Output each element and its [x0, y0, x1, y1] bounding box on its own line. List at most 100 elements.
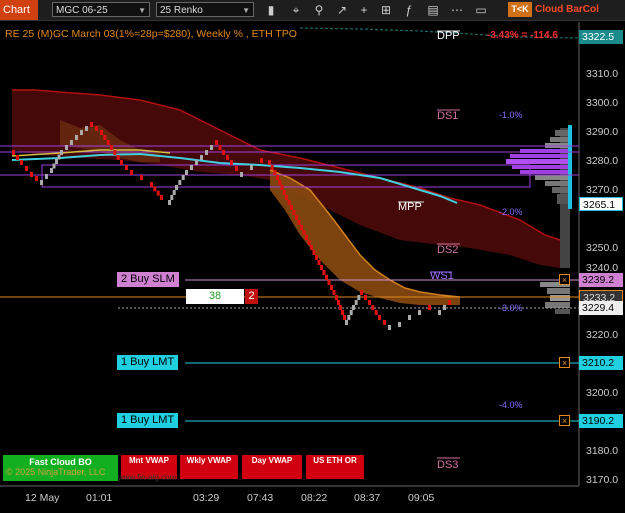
renko-brick — [352, 305, 355, 310]
renko-brick — [80, 130, 83, 135]
day-vwap-button[interactable]: Day VWAP — [242, 455, 302, 479]
ds2-label: DS2 — [437, 244, 459, 256]
axis-tick: 3300.0 — [586, 97, 619, 109]
renko-brick — [106, 140, 110, 145]
renko-brick — [235, 166, 238, 171]
renko-brick — [70, 140, 73, 145]
renko-brick — [120, 160, 123, 165]
axis-tick: 3310.0 — [586, 68, 619, 80]
cancel-order-icon[interactable]: × — [559, 274, 570, 285]
more-icon[interactable]: ⋯ — [449, 2, 465, 18]
renko-brick — [270, 165, 274, 170]
renko-brick — [60, 150, 63, 155]
renko-brick — [90, 122, 93, 127]
buy-slm-order[interactable]: 2 Buy SLM — [117, 272, 179, 287]
renko-brick — [12, 150, 15, 155]
renko-brick — [282, 190, 286, 195]
price-label-top: 3322.5 — [579, 30, 623, 44]
renko-brick — [330, 285, 333, 290]
time-tick: 09:05 — [408, 492, 435, 504]
renko-brick — [268, 160, 271, 165]
renko-brick — [408, 315, 411, 320]
pct-label-1: -1.0% — [499, 110, 523, 120]
chevron-down-icon: ▼ — [242, 6, 250, 15]
renko-brick — [215, 140, 218, 145]
renko-brick — [300, 225, 303, 230]
renko-brick — [195, 160, 198, 165]
us-eth-or-button[interactable]: US ETH OR — [306, 455, 364, 479]
instrument-selector[interactable]: MGC 06-25 ▼ — [52, 2, 150, 17]
renko-brick — [273, 170, 277, 175]
renko-brick — [57, 154, 61, 160]
renko-brick — [222, 150, 225, 155]
renko-brick — [290, 205, 293, 210]
tok-badge[interactable]: T<K — [508, 2, 532, 17]
renko-brick — [297, 220, 301, 225]
renko-brick — [448, 300, 451, 305]
fast-cloud-label: Fast Cloud BO — [29, 457, 92, 467]
renko-brick — [190, 165, 193, 170]
renko-brick — [276, 175, 279, 180]
renko-brick — [140, 175, 143, 180]
renko-brick — [368, 300, 371, 305]
renko-brick — [339, 305, 342, 310]
renko-brick — [317, 260, 321, 265]
renko-brick — [438, 310, 441, 315]
renko-brick — [226, 155, 229, 160]
renko-brick — [116, 155, 120, 160]
zoom-icon[interactable]: ⚲ — [311, 2, 327, 18]
buy-lmt-order-1[interactable]: 1 Buy LMT — [117, 355, 179, 370]
properties-icon[interactable]: ▤ — [425, 2, 441, 18]
bar-type-selector[interactable]: 25 Renko ▼ — [156, 2, 254, 17]
renko-brick — [343, 315, 346, 320]
renko-brick — [310, 245, 313, 250]
renko-brick — [398, 322, 401, 327]
renko-brick — [345, 320, 348, 325]
renko-brick — [172, 190, 176, 195]
window-icon[interactable]: ▭ — [473, 2, 489, 18]
renko-brick — [325, 275, 328, 280]
time-tick: 12 May — [25, 492, 60, 504]
buy-lmt-order-2[interactable]: 1 Buy LMT — [117, 413, 179, 428]
renko-brick — [307, 240, 311, 245]
grid-icon[interactable]: ⊞ — [378, 2, 394, 18]
cancel-order-icon[interactable]: × — [559, 415, 570, 426]
bar-type-value: 25 Renko — [160, 5, 203, 16]
dpp-label: DPP — [437, 30, 460, 42]
price-chart[interactable] — [0, 20, 625, 513]
renko-brick — [315, 255, 318, 260]
renko-brick — [40, 180, 43, 185]
renko-brick — [52, 163, 56, 169]
crosshair-icon[interactable]: ⌖ — [288, 2, 304, 18]
renko-brick — [156, 190, 160, 196]
chart-tab[interactable]: Chart — [0, 0, 38, 20]
renko-brick — [418, 310, 421, 315]
renko-brick — [100, 130, 103, 135]
renko-brick — [160, 195, 163, 200]
fast-cloud-bo-button[interactable]: Fast Cloud BO © 2025 NinjaTrader, LLC — [3, 455, 118, 481]
order-qty-badge[interactable]: 2 — [245, 289, 258, 304]
watermark: www.fin-alg.com — [118, 473, 177, 482]
renko-brick — [65, 145, 68, 150]
cancel-order-icon[interactable]: × — [559, 357, 570, 368]
renko-brick — [250, 165, 253, 170]
chart-title: RE 25 (M)GC March 03(1%=28p=$280), Weekl… — [5, 28, 297, 40]
renko-brick — [185, 170, 188, 175]
time-tick: 08:37 — [354, 492, 381, 504]
renko-brick — [335, 295, 338, 300]
renko-brick — [95, 126, 98, 131]
renko-brick — [30, 172, 33, 177]
bars-icon[interactable]: ▮ — [263, 2, 279, 18]
fx-icon[interactable]: ƒ — [401, 2, 417, 18]
renko-brick — [443, 305, 446, 310]
plus-icon[interactable]: + — [356, 2, 372, 18]
draw-icon[interactable]: ↗ — [334, 2, 350, 18]
renko-brick — [85, 126, 88, 131]
renko-brick — [230, 160, 233, 165]
renko-brick — [354, 300, 358, 305]
order-qty-field[interactable]: 38 — [186, 289, 244, 304]
ds3-label: DS3 — [437, 459, 459, 471]
renko-brick — [55, 159, 58, 164]
renko-brick — [292, 210, 296, 215]
wkly-vwap-button[interactable]: Wkly VWAP — [180, 455, 238, 479]
